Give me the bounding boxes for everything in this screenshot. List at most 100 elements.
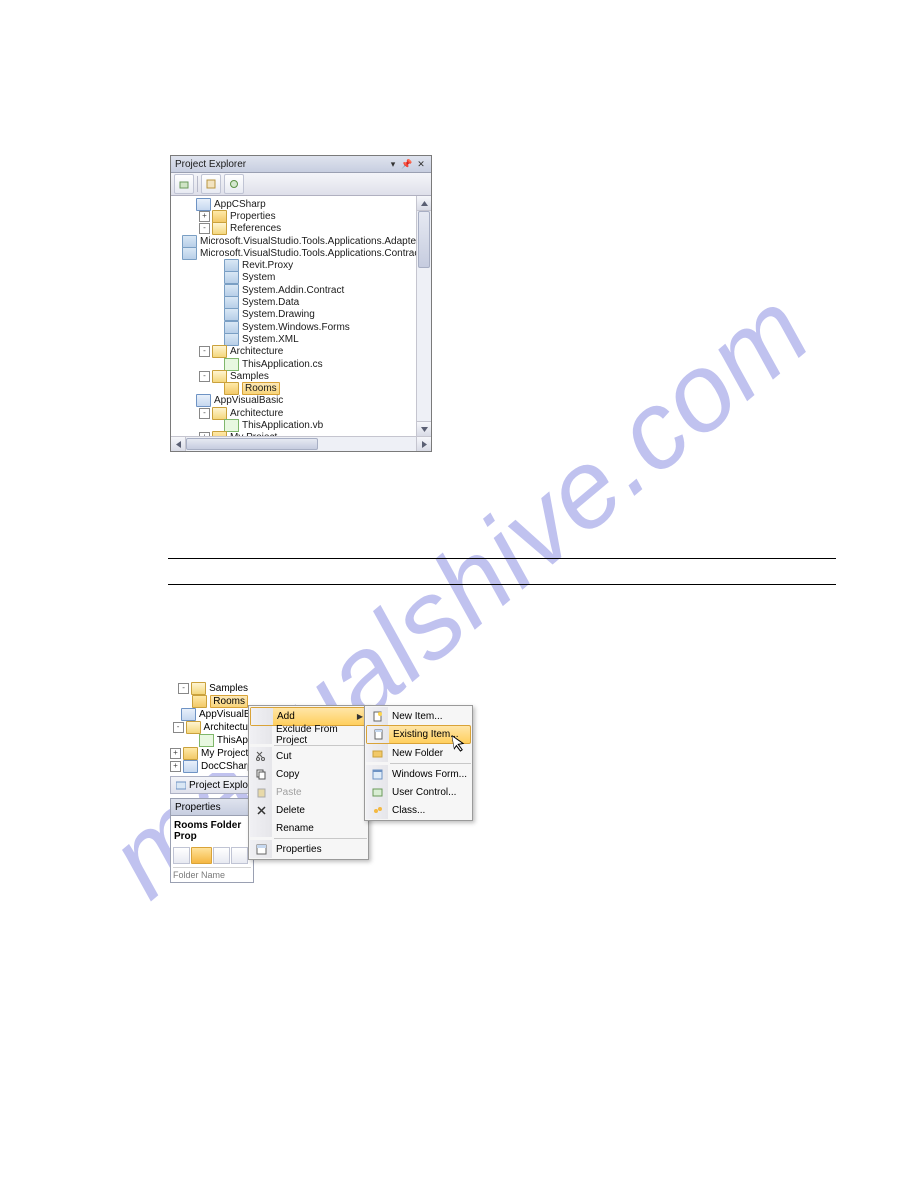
toolbar-button-2[interactable] bbox=[201, 174, 221, 194]
tree-item[interactable]: System.Data bbox=[171, 296, 416, 308]
menu-item[interactable]: Exclude From Project bbox=[250, 726, 367, 744]
tree-item[interactable]: AppVisualBasic bbox=[171, 395, 416, 407]
expand-icon[interactable]: + bbox=[170, 748, 181, 759]
tree-item[interactable]: +My Project bbox=[170, 747, 248, 760]
tree-item[interactable]: - Architecture bbox=[171, 407, 416, 419]
tree-item[interactable]: +Properties bbox=[171, 210, 416, 222]
menu-item-label: Rename bbox=[276, 823, 367, 834]
tree-item[interactable]: AppCSharp bbox=[171, 198, 416, 210]
menu-item-label: Add bbox=[277, 711, 357, 722]
menu-item[interactable]: New Folder bbox=[366, 744, 471, 762]
collapse-icon[interactable]: - bbox=[199, 408, 210, 419]
expand-icon[interactable]: + bbox=[199, 211, 210, 222]
project-tree[interactable]: AppCSharp+Properties-ReferencesMicrosoft… bbox=[171, 196, 416, 436]
collapse-icon[interactable]: - bbox=[178, 683, 189, 694]
vertical-scrollbar[interactable] bbox=[416, 196, 431, 436]
code-file-icon bbox=[224, 358, 239, 371]
scroll-up-icon[interactable] bbox=[417, 196, 431, 211]
prop-pages[interactable] bbox=[213, 847, 230, 864]
prop-sort-categorized[interactable] bbox=[173, 847, 190, 864]
tree-item[interactable]: ThisApplication.vb bbox=[171, 419, 416, 431]
project-tree-fragment[interactable]: -SamplesRoomsAppVisualBasic-ArchitectuTh… bbox=[170, 682, 248, 773]
tree-item[interactable]: ThisAp bbox=[170, 734, 248, 747]
context-menu[interactable]: Add▶Exclude From ProjectCutCopyPasteDele… bbox=[248, 705, 369, 860]
collapse-icon[interactable]: - bbox=[199, 371, 210, 382]
folder-open-icon bbox=[186, 721, 201, 734]
reference-icon bbox=[224, 271, 239, 284]
tree-item[interactable]: System.Drawing bbox=[171, 309, 416, 321]
menu-item-label: Properties bbox=[276, 844, 367, 855]
prop-cell: Folder Name bbox=[173, 867, 251, 880]
folder-closed-icon bbox=[224, 382, 239, 395]
collapse-icon[interactable]: - bbox=[199, 346, 210, 357]
horizontal-scrollbar[interactable] bbox=[171, 436, 431, 451]
menu-item[interactable]: Existing Item... bbox=[366, 725, 471, 744]
collapse-icon[interactable]: - bbox=[173, 722, 184, 733]
tree-item-label: Architectu bbox=[204, 722, 248, 733]
scroll-right-icon[interactable] bbox=[416, 437, 431, 451]
tree-item[interactable]: Revit.Proxy bbox=[171, 259, 416, 271]
tree-item-label: ThisAp bbox=[217, 735, 248, 746]
tree-item[interactable]: System.Addin.Contract bbox=[171, 284, 416, 296]
tree-item[interactable]: Microsoft.VisualStudio.Tools.Application… bbox=[171, 247, 416, 259]
menu-item[interactable]: Rename bbox=[250, 819, 367, 837]
expand-icon[interactable]: + bbox=[199, 432, 210, 436]
add-submenu[interactable]: New Item...Existing Item...New Folder Win… bbox=[364, 705, 473, 821]
tree-item[interactable]: + DocCSharp(e bbox=[170, 760, 248, 773]
menu-item[interactable]: Delete bbox=[250, 801, 367, 819]
tree-item[interactable]: System.Windows.Forms bbox=[171, 321, 416, 333]
tree-item[interactable]: Rooms bbox=[171, 382, 416, 394]
prop-events[interactable] bbox=[231, 847, 248, 864]
tree-item[interactable]: AppVisualBasic bbox=[170, 708, 248, 721]
project-icon bbox=[181, 708, 196, 721]
tree-item-label: Architecture bbox=[230, 408, 283, 419]
pin-icon[interactable]: 📌 bbox=[401, 158, 413, 170]
dropdown-icon[interactable]: ▾ bbox=[387, 158, 399, 170]
tree-item-label: System.Drawing bbox=[242, 309, 315, 320]
cut-icon bbox=[256, 751, 267, 762]
collapse-icon[interactable]: - bbox=[199, 223, 210, 234]
expand-icon[interactable]: + bbox=[170, 761, 181, 772]
tree-item-label: Rooms bbox=[242, 382, 280, 395]
scroll-left-icon[interactable] bbox=[171, 437, 186, 451]
tree-item[interactable]: -Architecture bbox=[171, 346, 416, 358]
scrollbar-thumb-h[interactable] bbox=[186, 438, 318, 450]
tree-item-label: System.Addin.Contract bbox=[242, 285, 344, 296]
tree-item[interactable]: -Samples bbox=[170, 682, 248, 695]
tree-item-label: Microsoft.VisualStudio.Tools.Application… bbox=[200, 236, 416, 247]
toolbar-button-1[interactable] bbox=[174, 174, 194, 194]
menu-item[interactable]: Class... bbox=[366, 801, 471, 819]
code-file-icon bbox=[199, 734, 214, 747]
tree-item[interactable]: -References bbox=[171, 223, 416, 235]
tree-item[interactable]: Microsoft.VisualStudio.Tools.Application… bbox=[171, 235, 416, 247]
tree-item-label: DocCSharp(e bbox=[201, 761, 248, 772]
tree-item[interactable]: - Samples bbox=[171, 370, 416, 382]
menu-item[interactable]: New Item... bbox=[366, 707, 471, 725]
tree-item-label: Rooms bbox=[210, 695, 248, 708]
menu-item-label: Cut bbox=[276, 751, 367, 762]
scrollbar-thumb[interactable] bbox=[418, 211, 430, 268]
menu-item-label: Class... bbox=[392, 805, 471, 816]
new-icon bbox=[372, 711, 383, 722]
reference-icon bbox=[182, 247, 197, 260]
tree-item[interactable]: ThisApplication.cs bbox=[171, 358, 416, 370]
menu-item[interactable]: Properties bbox=[250, 840, 367, 858]
tree-item[interactable]: - Architectu bbox=[170, 721, 248, 734]
toolbar-button-3[interactable] bbox=[224, 174, 244, 194]
properties-object-label: Rooms Folder Prop bbox=[173, 818, 251, 844]
paste-icon bbox=[256, 787, 267, 798]
scroll-down-icon[interactable] bbox=[417, 421, 431, 436]
menu-item[interactable]: Cut bbox=[250, 747, 367, 765]
tree-item-label: Samples bbox=[230, 371, 269, 382]
menu-item[interactable]: Windows Form... bbox=[366, 765, 471, 783]
menu-item[interactable]: User Control... bbox=[366, 783, 471, 801]
prop-sort-alpha[interactable] bbox=[191, 847, 212, 864]
tree-item[interactable]: System bbox=[171, 272, 416, 284]
tree-item[interactable]: +My Project bbox=[171, 432, 416, 436]
tree-item[interactable]: Rooms bbox=[170, 695, 248, 708]
tree-item[interactable]: System.XML bbox=[171, 333, 416, 345]
menu-item[interactable]: Copy bbox=[250, 765, 367, 783]
close-icon[interactable]: ✕ bbox=[415, 158, 427, 170]
tree-item-label: ThisApplication.vb bbox=[242, 420, 323, 431]
project-icon bbox=[183, 760, 198, 773]
